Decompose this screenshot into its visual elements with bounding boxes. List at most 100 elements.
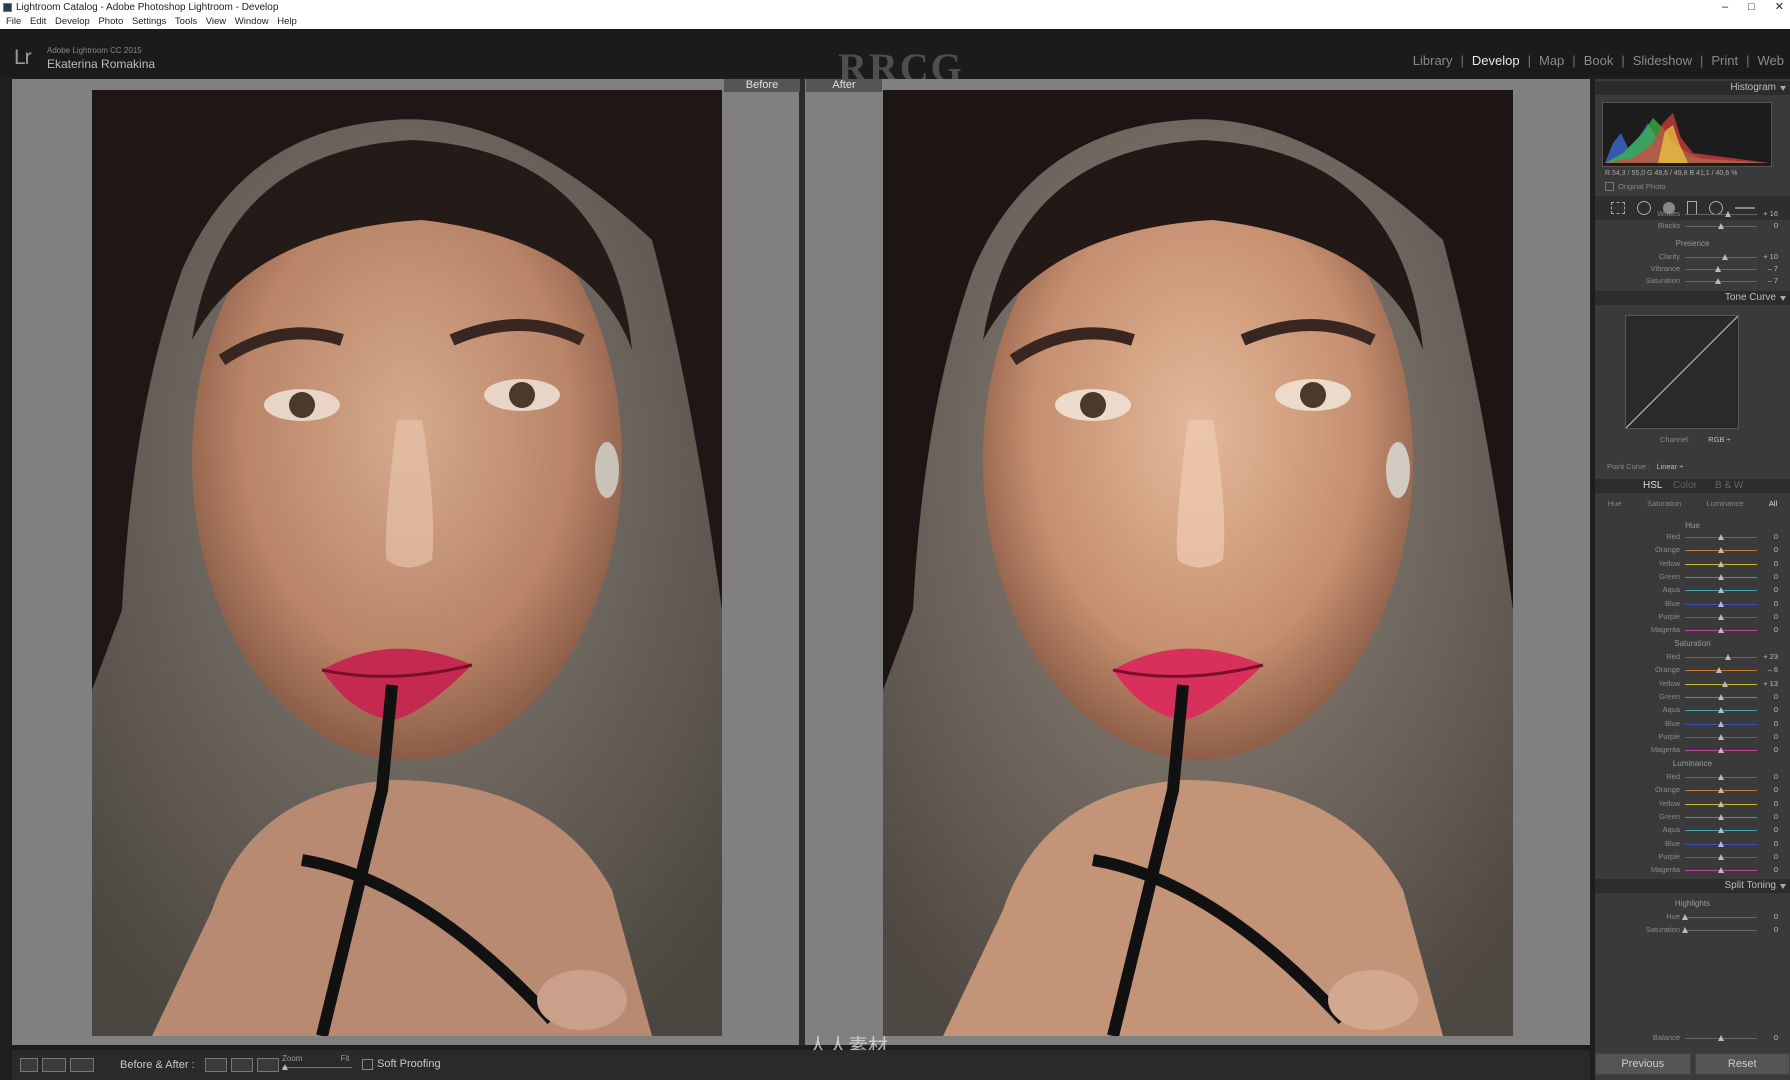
hue-red-value[interactable]: 0 <box>1774 532 1778 541</box>
menu-develop[interactable]: Develop <box>55 15 90 29</box>
saturation-orange-slider-knob[interactable] <box>1715 667 1722 674</box>
channel-select[interactable]: RGB ÷ <box>1708 435 1730 444</box>
minimize-button[interactable]: – <box>1722 0 1728 15</box>
after-photo[interactable] <box>883 90 1513 1036</box>
menu-view[interactable]: View <box>206 15 226 29</box>
split-saturation-value[interactable]: 0 <box>1774 925 1778 934</box>
luminance-purple-value[interactable]: 0 <box>1774 852 1778 861</box>
hue-red-slider-knob[interactable] <box>1718 534 1724 540</box>
luminance-orange-value[interactable]: 0 <box>1774 785 1778 794</box>
close-button[interactable]: ✕ <box>1775 0 1784 15</box>
luminance-magenta-slider-knob[interactable] <box>1718 867 1724 874</box>
before-after-lr-button[interactable] <box>42 1058 66 1072</box>
presence-clarity-slider-knob[interactable] <box>1721 254 1728 260</box>
maximize-button[interactable]: □ <box>1748 0 1755 15</box>
hue-purple-value[interactable]: 0 <box>1774 612 1778 621</box>
presence-saturation-value[interactable]: – 7 <box>1768 276 1778 285</box>
hue-aqua-value[interactable]: 0 <box>1774 585 1778 594</box>
saturation-blue-value[interactable]: 0 <box>1774 719 1778 728</box>
presence-vibrance-slider-knob[interactable] <box>1715 266 1722 272</box>
module-book[interactable]: Book <box>1584 53 1614 68</box>
split-hue-slider-knob[interactable] <box>1682 914 1688 920</box>
saturation-yellow-value[interactable]: + 13 <box>1763 679 1778 688</box>
hue-aqua-slider-knob[interactable] <box>1718 587 1724 594</box>
copy-after-to-before-button[interactable] <box>230 1058 253 1072</box>
point-curve-select[interactable]: Linear ÷ <box>1656 462 1683 471</box>
module-web[interactable]: Web <box>1758 53 1785 68</box>
module-map[interactable]: Map <box>1539 53 1564 68</box>
basic-whites-slider-knob[interactable] <box>1725 211 1732 217</box>
menu-file[interactable]: File <box>6 15 21 29</box>
hue-magenta-value[interactable]: 0 <box>1774 625 1778 634</box>
before-after-view-button[interactable] <box>70 1058 94 1072</box>
presence-saturation-slider-knob[interactable] <box>1715 278 1722 284</box>
menu-settings[interactable]: Settings <box>132 15 166 29</box>
hue-purple-slider-knob[interactable] <box>1718 613 1724 620</box>
saturation-green-slider-knob[interactable] <box>1718 693 1724 700</box>
saturation-aqua-value[interactable]: 0 <box>1774 705 1778 714</box>
split-balance-value[interactable]: 0 <box>1774 1033 1778 1042</box>
hsl-tab-all[interactable]: All <box>1769 499 1777 508</box>
menu-help[interactable]: Help <box>277 15 297 29</box>
swap-before-after-button[interactable] <box>256 1058 279 1072</box>
module-library[interactable]: Library <box>1413 53 1453 68</box>
hsl-tab-saturation[interactable]: Saturation <box>1647 499 1681 508</box>
hue-orange-value[interactable]: 0 <box>1774 545 1778 554</box>
menu-edit[interactable]: Edit <box>30 15 46 29</box>
split-toning-header[interactable]: Split Toning <box>1595 879 1790 893</box>
luminance-blue-slider-knob[interactable] <box>1718 840 1724 847</box>
reset-button[interactable]: Reset <box>1694 1053 1790 1075</box>
saturation-aqua-slider-knob[interactable] <box>1718 707 1724 714</box>
module-slideshow[interactable]: Slideshow <box>1633 53 1692 68</box>
split-hue-value[interactable]: 0 <box>1774 912 1778 921</box>
luminance-green-value[interactable]: 0 <box>1774 812 1778 821</box>
soft-proofing-checkbox[interactable] <box>362 1058 373 1070</box>
split-hue-slider[interactable] <box>1685 917 1757 918</box>
basic-blacks-value[interactable]: 0 <box>1774 221 1778 230</box>
hsl-tab-hue[interactable]: Hue <box>1608 499 1622 508</box>
basic-blacks-slider-knob[interactable] <box>1718 223 1724 229</box>
menu-tools[interactable]: Tools <box>175 15 197 29</box>
hue-green-value[interactable]: 0 <box>1774 572 1778 581</box>
basic-whites-value[interactable]: + 16 <box>1763 209 1778 218</box>
saturation-purple-slider-knob[interactable] <box>1718 733 1724 740</box>
split-balance-slider-knob[interactable] <box>1718 1035 1724 1041</box>
tone-curve-graph[interactable] <box>1625 315 1739 429</box>
presence-clarity-value[interactable]: + 10 <box>1763 252 1778 261</box>
luminance-green-slider-knob[interactable] <box>1718 813 1724 820</box>
module-develop[interactable]: Develop <box>1472 53 1520 68</box>
saturation-red-slider-knob[interactable] <box>1725 654 1732 660</box>
split-saturation-slider-knob[interactable] <box>1682 927 1688 933</box>
saturation-yellow-slider-knob[interactable] <box>1722 680 1729 687</box>
luminance-orange-slider-knob[interactable] <box>1718 787 1724 794</box>
zoom-slider[interactable] <box>282 1063 352 1071</box>
luminance-aqua-slider-knob[interactable] <box>1718 827 1724 834</box>
hue-yellow-value[interactable]: 0 <box>1774 559 1778 568</box>
hue-blue-value[interactable]: 0 <box>1774 599 1778 608</box>
basic-whites-slider[interactable] <box>1685 214 1757 215</box>
luminance-yellow-value[interactable]: 0 <box>1774 799 1778 808</box>
copy-before-to-after-button[interactable] <box>204 1058 227 1072</box>
menu-photo[interactable]: Photo <box>98 15 123 29</box>
module-print[interactable]: Print <box>1711 53 1738 68</box>
hue-blue-slider-knob[interactable] <box>1718 600 1724 607</box>
split-saturation-slider[interactable] <box>1685 930 1757 931</box>
presence-vibrance-value[interactable]: – 7 <box>1768 264 1778 273</box>
saturation-red-value[interactable]: + 23 <box>1763 652 1778 661</box>
luminance-yellow-slider-knob[interactable] <box>1718 800 1724 807</box>
hsl-tab[interactable]: HSL <box>1643 479 1662 493</box>
menu-window[interactable]: Window <box>235 15 269 29</box>
luminance-magenta-value[interactable]: 0 <box>1774 865 1778 874</box>
saturation-magenta-value[interactable]: 0 <box>1774 745 1778 754</box>
saturation-red-slider[interactable] <box>1685 657 1757 658</box>
saturation-green-value[interactable]: 0 <box>1774 692 1778 701</box>
saturation-orange-value[interactable]: – 6 <box>1768 665 1778 674</box>
luminance-red-slider-knob[interactable] <box>1718 774 1724 780</box>
hue-orange-slider-knob[interactable] <box>1718 547 1724 554</box>
hue-magenta-slider-knob[interactable] <box>1718 627 1724 634</box>
saturation-purple-value[interactable]: 0 <box>1774 732 1778 741</box>
original-photo-checkbox[interactable] <box>1605 182 1614 191</box>
hue-green-slider-knob[interactable] <box>1718 573 1724 580</box>
saturation-blue-slider-knob[interactable] <box>1718 720 1724 727</box>
histogram-header[interactable]: Histogram <box>1595 81 1790 95</box>
